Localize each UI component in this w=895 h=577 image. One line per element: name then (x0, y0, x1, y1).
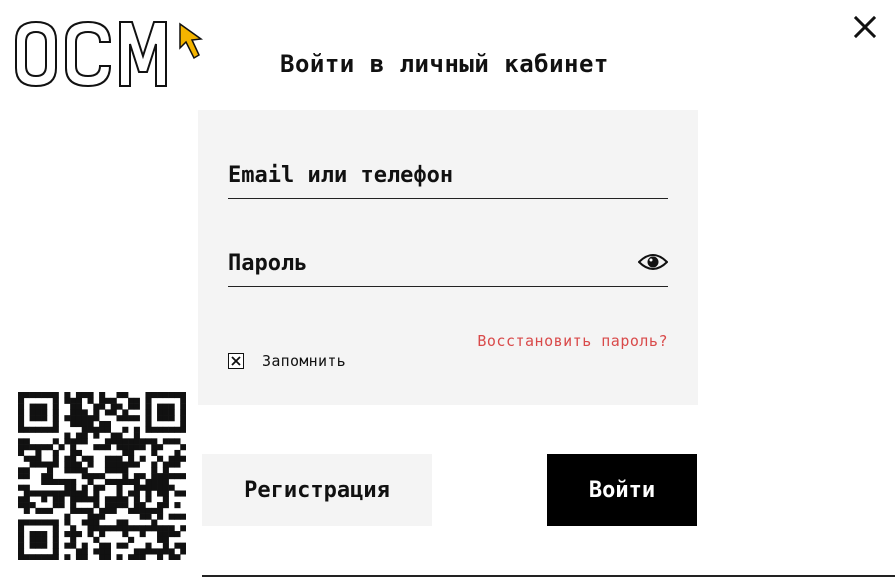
password-field-container (228, 240, 669, 287)
osm-logo (14, 20, 204, 90)
login-button[interactable]: Войти (547, 454, 697, 526)
logo-graphic (15, 20, 204, 88)
checkbox-checked-icon[interactable] (228, 353, 244, 369)
remember-label: Запомнить (262, 352, 346, 370)
close-icon[interactable] (850, 12, 880, 42)
register-button[interactable]: Регистрация (202, 454, 432, 526)
remember-me-checkbox[interactable]: Запомнить (228, 352, 346, 370)
cursor-accent-icon (179, 22, 204, 60)
qr-code (18, 392, 187, 561)
email-field-container (228, 152, 668, 199)
email-input[interactable] (228, 162, 628, 188)
login-form-card: Восстановить пароль? Запомнить (198, 110, 698, 405)
eye-icon[interactable] (637, 250, 669, 274)
dialog-title: Войти в личный кабинет (280, 50, 609, 78)
restore-password-link[interactable]: Восстановить пароль? (477, 332, 668, 350)
password-input[interactable] (228, 250, 628, 276)
